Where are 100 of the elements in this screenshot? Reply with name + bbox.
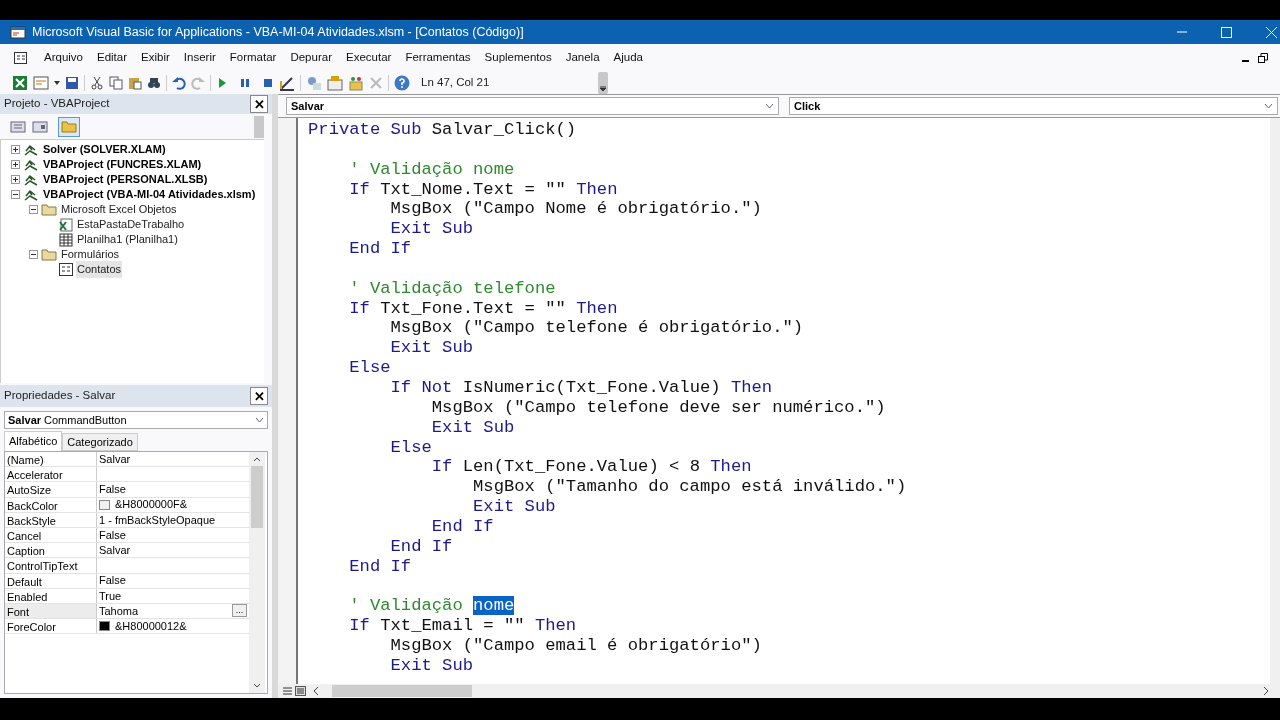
- menu-item[interactable]: Editar: [90, 49, 135, 67]
- stop-icon[interactable]: [262, 77, 274, 89]
- menu-item[interactable]: Janela: [558, 49, 607, 67]
- excel-icon[interactable]: [12, 75, 28, 91]
- menu-item[interactable]: Executar: [339, 49, 399, 67]
- property-name[interactable]: ForeColor: [5, 619, 97, 634]
- paste-icon[interactable]: [128, 76, 142, 90]
- object-dropdown[interactable]: Salvar CommandButton: [4, 411, 268, 429]
- property-name[interactable]: BackStyle: [5, 512, 97, 527]
- menu-item[interactable]: Ferramentas: [398, 49, 478, 67]
- scroll-left-icon[interactable]: [312, 686, 320, 696]
- workbook-icon: [59, 217, 73, 232]
- menu-item[interactable]: Depurar: [283, 49, 339, 67]
- menu-item[interactable]: Ajuda: [606, 49, 650, 67]
- tree-item[interactable]: Planilha1 (Planilha1): [76, 231, 179, 248]
- code-text: If Not: [389, 377, 453, 397]
- code-text: Exit Sub: [389, 655, 474, 675]
- pause-icon[interactable]: [239, 77, 251, 89]
- menu-item[interactable]: Inserir: [176, 49, 223, 67]
- help-icon[interactable]: [394, 75, 410, 91]
- tree-item[interactable]: Contatos: [76, 261, 123, 278]
- object-dropdown[interactable]: Salvar: [286, 97, 779, 115]
- collapse-icon[interactable]: [11, 190, 20, 199]
- property-name[interactable]: (Name): [5, 452, 97, 467]
- scrollbar-thumb[interactable]: [332, 685, 472, 697]
- code-text: ' Validação: [348, 596, 464, 616]
- object-name: Salvar: [8, 412, 42, 428]
- scroll-right-icon[interactable]: [1262, 686, 1270, 696]
- code-text: Then: [730, 377, 773, 397]
- copy-icon[interactable]: [109, 76, 123, 90]
- tab[interactable]: Categorizado: [62, 433, 138, 451]
- app-icon: [10, 25, 26, 39]
- tree-item[interactable]: VBAProject (PERSONAL.XLSB): [42, 171, 209, 188]
- tree-item[interactable]: Microsoft Excel Objetos: [60, 201, 178, 218]
- form-icon[interactable]: [14, 52, 27, 64]
- close-button[interactable]: ✕: [250, 95, 268, 113]
- property-value[interactable]: 1 - fmBackStyleOpaque: [99, 511, 216, 529]
- code-text: Txt_Nome.Text = "": [379, 179, 567, 199]
- property-value[interactable]: Tahoma: [99, 602, 139, 620]
- toolbar-handle[interactable]: [254, 115, 264, 138]
- tree-item[interactable]: VBAProject (FUNCRES.XLAM): [42, 156, 203, 173]
- property-value[interactable]: &H80000012&: [115, 617, 187, 635]
- module-view-icon[interactable]: [295, 686, 306, 696]
- scrollbar[interactable]: [249, 452, 265, 693]
- property-value[interactable]: Salvar: [99, 541, 131, 559]
- undo-icon[interactable]: [172, 76, 186, 90]
- close-icon[interactable]: [1266, 26, 1277, 38]
- property-value[interactable]: False: [99, 572, 126, 589]
- code-text: If: [348, 298, 370, 318]
- procedure-view-icon[interactable]: [282, 686, 293, 696]
- code-text: MsgBox ("Tamanho do campo está inválido."): [472, 477, 907, 497]
- property-name[interactable]: Enabled: [5, 588, 97, 603]
- property-name[interactable]: Accelerator: [5, 467, 97, 482]
- tree-item[interactable]: EstaPastaDeTrabalho: [76, 216, 186, 233]
- design-mode-icon[interactable]: [279, 75, 295, 91]
- expand-icon[interactable]: [11, 160, 20, 169]
- property-value[interactable]: Salvar: [99, 450, 131, 468]
- restore-icon[interactable]: [1258, 53, 1268, 63]
- save-icon[interactable]: [65, 76, 79, 90]
- tree-item[interactable]: Formulários: [60, 246, 121, 263]
- property-value[interactable]: True: [99, 587, 122, 605]
- property-name[interactable]: BackColor: [5, 497, 97, 512]
- caret-icon[interactable]: [54, 81, 60, 85]
- ellipsis-button[interactable]: ...: [232, 604, 247, 618]
- property-value[interactable]: False: [99, 526, 126, 544]
- property-name[interactable]: Caption: [5, 543, 97, 558]
- menu-item[interactable]: Arquivo: [37, 49, 90, 67]
- code-text: ' Validação telefone: [348, 278, 556, 298]
- property-name[interactable]: ControlTipText: [5, 558, 97, 573]
- close-button[interactable]: ✕: [250, 387, 268, 405]
- scrollbar-thumb[interactable]: [251, 466, 263, 528]
- collapse-icon[interactable]: [29, 205, 38, 214]
- cut-icon[interactable]: [90, 76, 104, 90]
- maximize-icon[interactable]: [1221, 26, 1232, 38]
- property-value[interactable]: False: [99, 481, 126, 498]
- tab[interactable]: Alfabético: [4, 431, 63, 451]
- code-text: Txt_Fone.Text = "": [379, 298, 567, 318]
- toggle-folders-button[interactable]: [58, 116, 80, 137]
- collapse-icon[interactable]: [29, 250, 38, 259]
- view-object-icon[interactable]: [32, 119, 48, 134]
- play-icon[interactable]: [216, 77, 228, 89]
- project-explorer-icon[interactable]: [306, 75, 322, 91]
- property-name[interactable]: Cancel: [5, 527, 97, 543]
- binoculars-icon[interactable]: [147, 76, 161, 90]
- property-name[interactable]: AutoSize: [5, 482, 97, 497]
- tree-item[interactable]: Solver (SOLVER.XLAM): [42, 141, 167, 158]
- property-value[interactable]: &H8000000F&: [115, 496, 188, 513]
- procedure-dropdown[interactable]: Click: [789, 97, 1278, 115]
- toolbar-handle[interactable]: [598, 72, 609, 94]
- vertical-scrollbar[interactable]: [1270, 118, 1280, 684]
- panel-title: Projeto - VBAProject: [4, 96, 110, 112]
- expand-icon[interactable]: [11, 145, 20, 154]
- menu-item[interactable]: Suplementos: [477, 49, 559, 67]
- expand-icon[interactable]: [11, 175, 20, 184]
- menu-item[interactable]: Exibir: [134, 49, 177, 67]
- toolbox-icon[interactable]: [348, 75, 364, 91]
- menu-item[interactable]: Formatar: [222, 49, 284, 67]
- tree-item[interactable]: VBAProject (VBA-MI-04 Atividades.xlsm): [42, 186, 257, 203]
- property-name[interactable]: Default: [5, 573, 97, 588]
- code-text: If: [348, 179, 370, 199]
